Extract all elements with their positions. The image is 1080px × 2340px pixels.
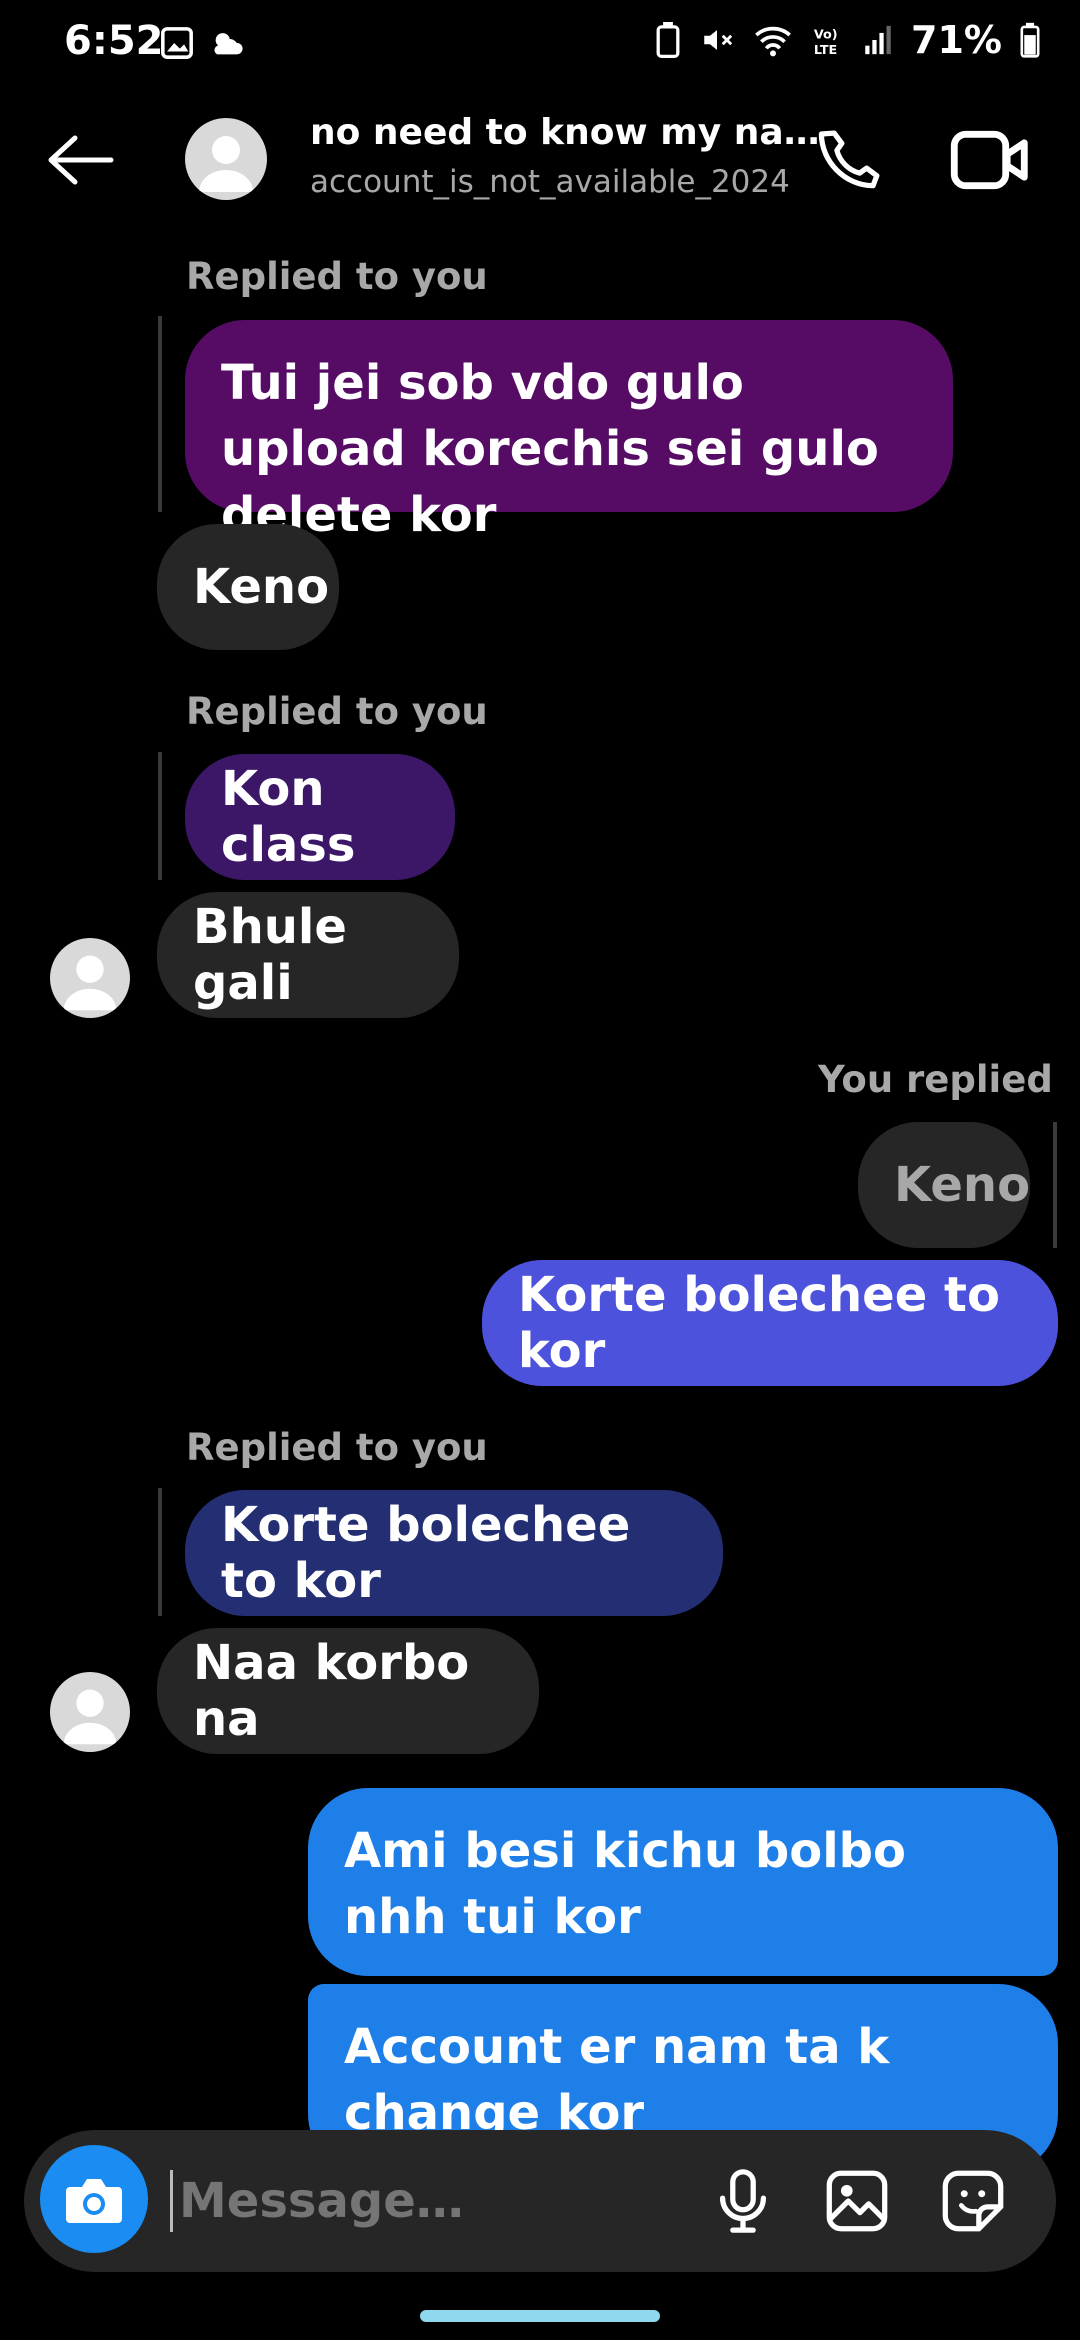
message-input[interactable] — [170, 2170, 701, 2232]
sender-avatar[interactable] — [50, 938, 130, 1018]
profile-avatar[interactable] — [185, 118, 267, 200]
reply-bar — [1053, 1122, 1057, 1248]
message-bubble[interactable]: Keno — [157, 524, 339, 650]
status-left-icons — [160, 26, 246, 60]
status-time: 6:52 — [64, 18, 164, 64]
chat-name[interactable]: no need to know my na… — [310, 112, 820, 153]
weather-icon — [214, 33, 243, 55]
status-right-icons: Vo) LTE 71% — [655, 18, 1040, 62]
battery-saver-icon — [656, 22, 680, 58]
microphone-icon[interactable] — [708, 2166, 778, 2236]
video-call-icon[interactable] — [950, 125, 1030, 195]
message-bubble[interactable]: Bhule gali — [157, 892, 459, 1018]
you-replied-label: You replied — [818, 1058, 1053, 1101]
quoted-message[interactable]: Kon class — [185, 754, 455, 880]
sticker-icon[interactable] — [938, 2166, 1008, 2236]
quoted-message[interactable]: Tui jei sob vdo gulo upload korechis sei… — [185, 320, 953, 543]
signal-icon — [865, 25, 891, 55]
quoted-message[interactable]: Korte bolechee to kor — [185, 1490, 723, 1616]
camera-icon — [66, 2179, 122, 2223]
camera-button[interactable] — [40, 2145, 148, 2253]
svg-text:LTE: LTE — [814, 43, 837, 57]
gallery-icon[interactable] — [822, 2166, 892, 2236]
battery-percent: 71% — [911, 18, 1002, 62]
sender-avatar[interactable] — [50, 1672, 130, 1752]
reply-bar — [158, 1488, 162, 1616]
reply-bar — [158, 752, 162, 880]
phone-call-icon[interactable] — [815, 125, 885, 195]
back-arrow-icon[interactable] — [45, 135, 115, 185]
battery-icon — [1020, 22, 1040, 58]
gallery-notification-icon — [161, 27, 193, 59]
reply-bar — [158, 316, 162, 512]
quoted-message[interactable]: Keno — [858, 1122, 1030, 1248]
reply-label: Replied to you — [186, 1426, 488, 1469]
reply-label: Replied to you — [186, 690, 488, 733]
chat-username[interactable]: account_is_not_available_2024 — [310, 164, 790, 200]
home-indicator[interactable] — [420, 2310, 660, 2322]
wifi-icon — [755, 26, 791, 57]
mute-icon — [704, 30, 733, 50]
volte-icon: Vo)LTE — [814, 28, 838, 57]
reply-label: Replied to you — [186, 255, 488, 298]
svg-text:Vo): Vo) — [814, 28, 838, 43]
message-bubble[interactable]: Naa korbo na — [157, 1628, 539, 1754]
sent-message-bubble[interactable]: Korte bolechee to kor — [482, 1260, 1058, 1386]
sent-message-bubble[interactable]: Ami besi kichu bolbo nhh tui kor — [308, 1788, 1058, 1976]
